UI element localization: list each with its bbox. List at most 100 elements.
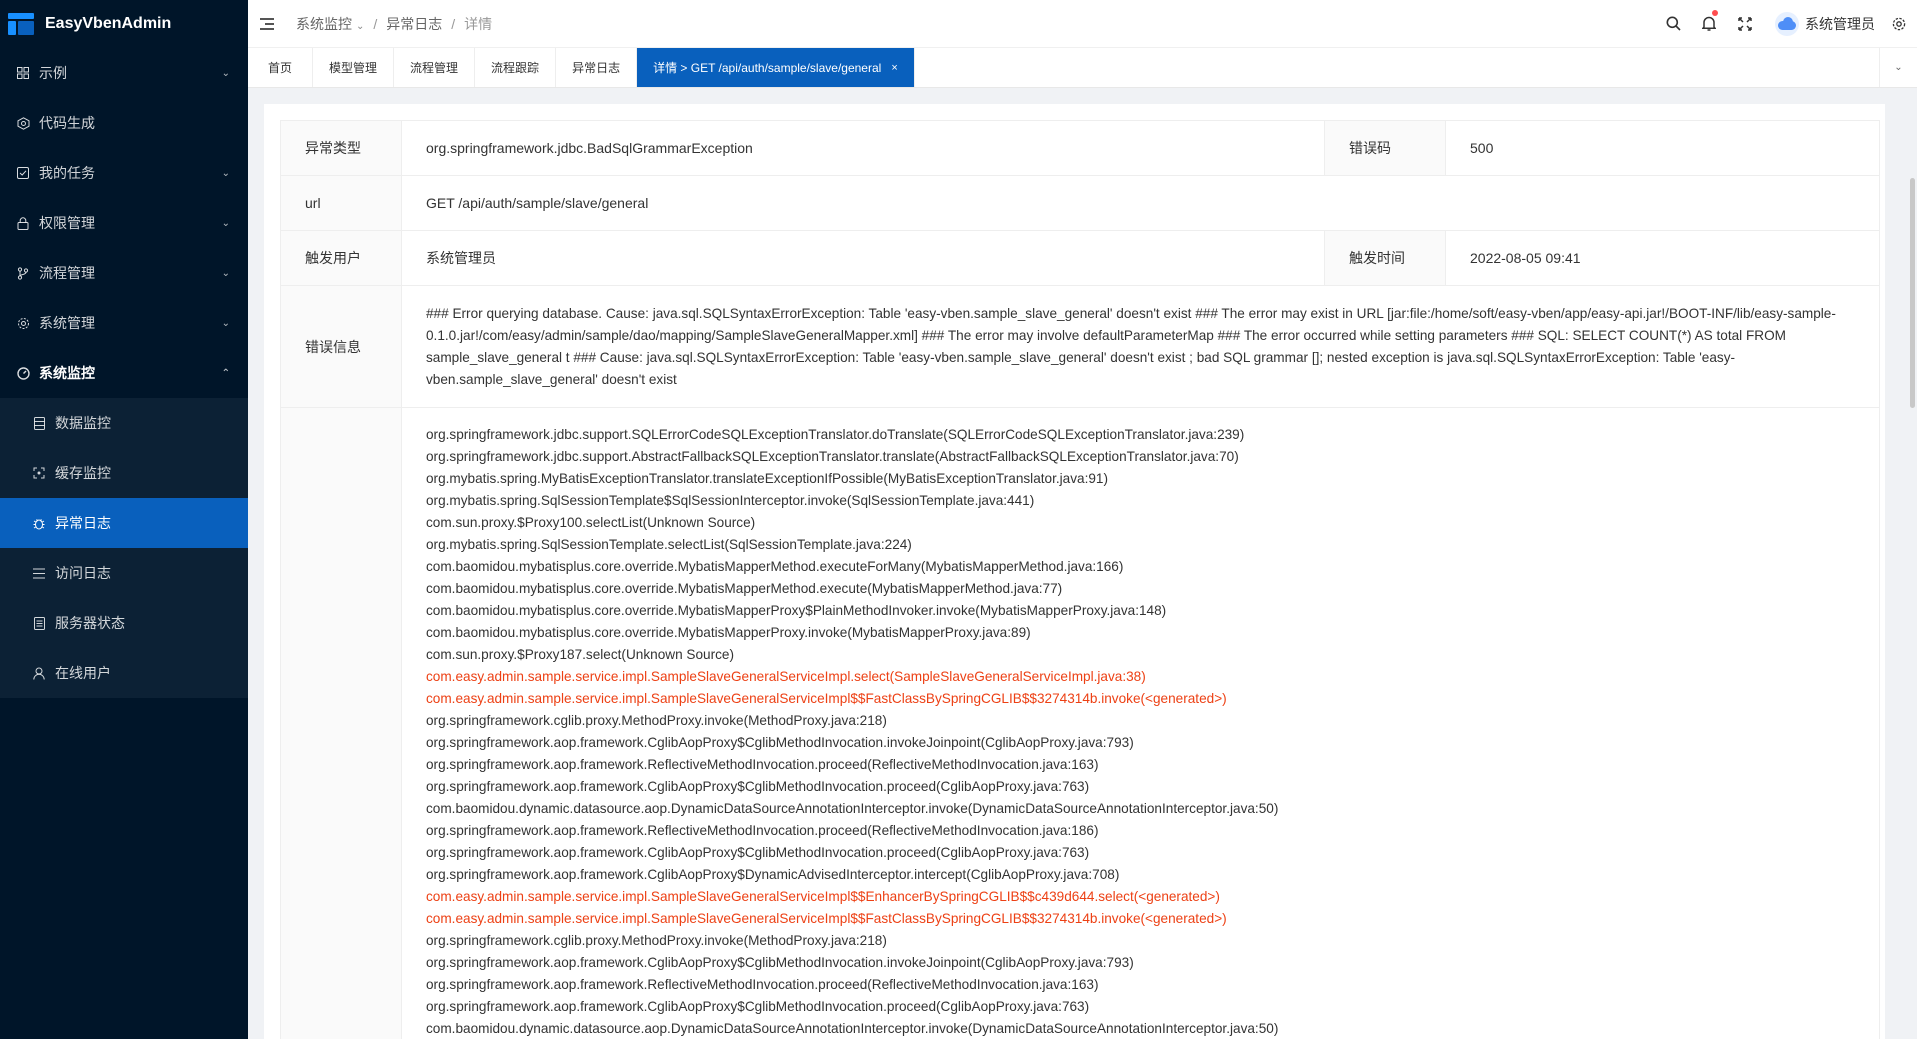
error-message-label: 错误信息 <box>281 286 402 407</box>
tab-detail[interactable]: 详情 > GET /api/auth/sample/slave/general … <box>637 48 915 87</box>
trigger-user-label: 触发用户 <box>281 231 402 285</box>
bug-icon <box>32 516 46 530</box>
stack-trace-line: com.baomidou.dynamic.datasource.aop.Dyna… <box>426 1021 1279 1036</box>
detail-row: 触发用户 系统管理员 触发时间 2022-08-05 09:41 <box>281 231 1879 286</box>
sidebar-item-permissions[interactable]: 权限管理 ⌄ <box>0 198 248 248</box>
stack-trace-line: org.springframework.aop.framework.Reflec… <box>426 977 1099 992</box>
lock-icon <box>16 216 30 230</box>
stack-trace-line: com.baomidou.mybatisplus.core.override.M… <box>426 581 1063 596</box>
stack-trace-line: org.springframework.aop.framework.CglibA… <box>426 735 1134 750</box>
settings-gear-icon[interactable] <box>1881 0 1917 48</box>
stack-trace-line: org.springframework.cglib.proxy.MethodPr… <box>426 713 887 728</box>
search-icon[interactable] <box>1655 0 1691 48</box>
url-value: GET /api/auth/sample/slave/general <box>426 195 649 211</box>
stack-trace-line: org.springframework.aop.framework.CglibA… <box>426 999 1090 1014</box>
sidebar-item-server-status[interactable]: 服务器状态 <box>0 598 248 648</box>
exception-detail-table: 异常类型 org.springframework.jdbc.BadSqlGram… <box>280 120 1880 1039</box>
url-label: url <box>281 176 402 230</box>
stack-trace-line: org.springframework.cglib.proxy.MethodPr… <box>426 933 887 948</box>
branch-icon <box>16 266 30 280</box>
user-name: 系统管理员 <box>1805 15 1875 32</box>
sidebar-item-label: 缓存监控 <box>55 465 111 481</box>
fullscreen-icon[interactable] <box>1727 0 1763 48</box>
error-code-label: 错误码 <box>1325 121 1446 175</box>
header-actions: 系统管理员 <box>1655 0 1917 48</box>
app-logo[interactable]: EasyVbenAdmin <box>0 0 248 48</box>
sidebar-item-label: 流程管理 <box>39 265 95 281</box>
bell-icon[interactable] <box>1691 0 1727 48</box>
tab-exception-log[interactable]: 异常日志 <box>556 48 638 87</box>
sidebar-item-online-users[interactable]: 在线用户 <box>0 648 248 698</box>
dashboard-icon <box>16 366 30 380</box>
stack-trace-line: com.sun.proxy.$Proxy187.select(Unknown S… <box>426 647 735 662</box>
stack-trace-line: com.sun.proxy.$Proxy100.selectList(Unkno… <box>426 515 756 530</box>
stack-trace-line: org.springframework.aop.framework.CglibA… <box>426 845 1090 860</box>
chevron-down-icon: ⌄ <box>356 20 365 32</box>
trigger-time-value: 2022-08-05 09:41 <box>1470 250 1581 266</box>
tab-workflow-tracking[interactable]: 流程跟踪 <box>475 48 557 87</box>
sidebar-item-label: 数据监控 <box>55 415 111 431</box>
breadcrumb-separator: / <box>451 15 456 32</box>
stack-trace-line: org.mybatis.spring.MyBatisExceptionTrans… <box>426 471 1109 486</box>
sidebar-item-label: 我的任务 <box>39 165 95 181</box>
list-icon <box>32 566 46 580</box>
detail-row: 错误信息 ### Error querying database. Cause:… <box>281 286 1879 408</box>
sidebar-item-label: 服务器状态 <box>55 615 125 631</box>
stack-trace: org.springframework.jdbc.support.SQLErro… <box>402 408 1879 1039</box>
sidebar-item-codegen[interactable]: 代码生成 <box>0 98 248 148</box>
stack-trace-line: org.springframework.aop.framework.Reflec… <box>426 757 1099 772</box>
breadcrumb-separator: / <box>373 15 378 32</box>
chevron-down-icon: ⌄ <box>221 67 230 79</box>
sidebar-item-exception-log[interactable]: 异常日志 <box>0 498 248 548</box>
stack-trace-line: org.springframework.aop.framework.CglibA… <box>426 779 1090 794</box>
breadcrumb-item-exception-log[interactable]: 异常日志 <box>386 14 442 34</box>
sidebar-item-monitor[interactable]: 系统监控 ⌃ <box>0 348 248 398</box>
sidebar-item-label: 异常日志 <box>55 515 111 531</box>
sidebar-item-label: 代码生成 <box>39 115 95 131</box>
sidebar-item-access-log[interactable]: 访问日志 <box>0 548 248 598</box>
database-icon <box>32 416 46 430</box>
app-title: EasyVbenAdmin <box>45 15 172 32</box>
logo-icon <box>8 13 34 35</box>
sidebar-item-data-monitor[interactable]: 数据监控 <box>0 398 248 448</box>
chevron-down-icon: ⌄ <box>221 267 230 279</box>
sidebar-item-my-tasks[interactable]: 我的任务 ⌄ <box>0 148 248 198</box>
sidebar-item-label: 在线用户 <box>55 665 111 681</box>
stack-trace-label <box>281 408 402 1039</box>
sidebar-item-label: 示例 <box>39 65 67 81</box>
breadcrumb: 系统监控 ⌄ / 异常日志 / 详情 <box>296 14 492 34</box>
sidebar-item-label: 权限管理 <box>39 215 95 231</box>
sidebar-item-cache-monitor[interactable]: 缓存监控 <box>0 448 248 498</box>
user-menu[interactable]: 系统管理员 <box>1775 11 1875 36</box>
detail-card: 异常类型 org.springframework.jdbc.BadSqlGram… <box>264 104 1885 1039</box>
sidebar-item-label: 系统监控 <box>39 365 95 381</box>
sidebar-item-workflow[interactable]: 流程管理 ⌄ <box>0 248 248 298</box>
stack-trace-line: com.easy.admin.sample.service.impl.Sampl… <box>426 889 1220 904</box>
sidebar-item-label: 系统管理 <box>39 315 95 331</box>
exception-type-label: 异常类型 <box>281 121 402 175</box>
cache-icon <box>32 466 46 480</box>
breadcrumb-item-monitor[interactable]: 系统监控 ⌄ <box>296 14 364 34</box>
detail-row: url GET /api/auth/sample/slave/general <box>281 176 1879 231</box>
stack-trace-line: org.mybatis.spring.SqlSessionTemplate$Sq… <box>426 493 1035 508</box>
grid-icon <box>16 66 30 80</box>
menu-toggle-icon[interactable] <box>260 17 274 30</box>
vertical-scrollbar[interactable] <box>1910 178 1915 408</box>
stack-trace-line: org.mybatis.spring.SqlSessionTemplate.se… <box>426 537 912 552</box>
top-header: 系统监控 ⌄ / 异常日志 / 详情 系统管理员 <box>248 0 1917 48</box>
sidebar-item-examples[interactable]: 示例 ⌄ <box>0 48 248 98</box>
tab-workflow-management[interactable]: 流程管理 <box>394 48 476 87</box>
user-icon <box>32 666 46 680</box>
chevron-down-icon: ⌄ <box>221 317 230 329</box>
tab-home[interactable]: 首页 <box>248 48 314 87</box>
trigger-user-value: 系统管理员 <box>402 231 1325 285</box>
stack-trace-line: com.baomidou.mybatisplus.core.override.M… <box>426 625 1031 640</box>
stack-trace-line: org.springframework.aop.framework.Reflec… <box>426 823 1099 838</box>
close-icon[interactable]: × <box>891 62 897 74</box>
tab-bar: 首页 模型管理 流程管理 流程跟踪 异常日志 详情 > GET /api/aut… <box>248 48 1917 88</box>
tabs-dropdown-icon[interactable]: ⌄ <box>1879 48 1917 87</box>
sidebar-item-system[interactable]: 系统管理 ⌄ <box>0 298 248 348</box>
task-check-icon <box>16 166 30 180</box>
monitor-submenu: 数据监控 缓存监控 异常日志 访问日志 服务器状态 在线用户 <box>0 398 248 698</box>
tab-model-management[interactable]: 模型管理 <box>313 48 395 87</box>
